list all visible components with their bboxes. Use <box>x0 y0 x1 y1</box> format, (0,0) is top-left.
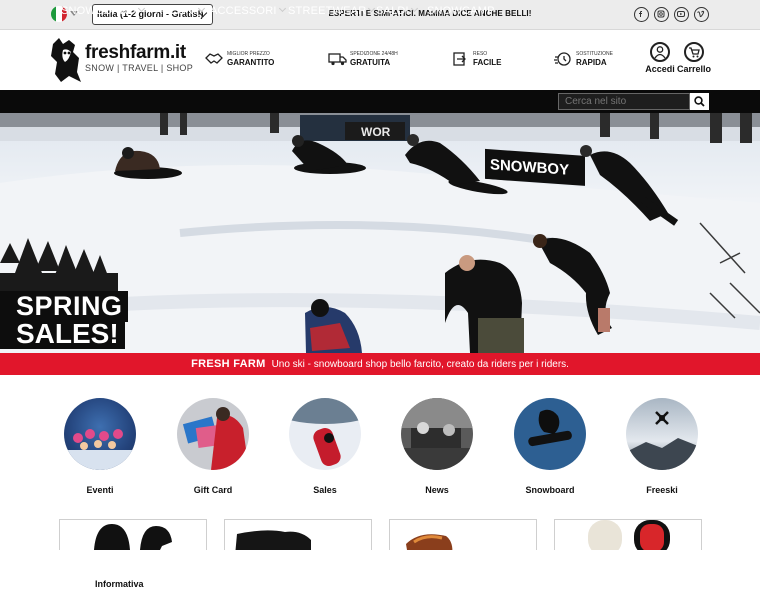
handshake-icon <box>205 53 223 64</box>
category-image-freeski <box>626 398 698 470</box>
perk-small-text: Spedizione 24/48h <box>350 51 398 57</box>
nav-item-freeski[interactable]: FREESKI <box>148 4 206 17</box>
search-button[interactable] <box>690 93 709 110</box>
nav-label: SNOWCAMP <box>427 5 495 17</box>
perk-small-text: Reso <box>473 51 488 57</box>
nav-label: STREETWEAR <box>288 5 367 17</box>
cart-icon <box>684 42 704 62</box>
cookie-info-bar <box>0 550 760 600</box>
category-image-gift-card <box>177 398 249 470</box>
hero-banner-wor: WOR <box>361 125 391 139</box>
nav-item-snowboard[interactable]: SNOWBOARD <box>61 4 146 17</box>
perk-big-text: RAPIDA <box>576 58 607 67</box>
logo-wordmark[interactable]: freshfarm.it <box>85 42 186 64</box>
category-label: Freeski <box>646 485 678 495</box>
truck-icon <box>328 53 347 66</box>
strip-text: Uno ski - snowboard shop bello farcito, … <box>271 359 569 370</box>
perk-best-price: Miglior prezzo GARANTITO <box>205 50 285 70</box>
cart-button[interactable]: Carrello <box>674 42 714 74</box>
return-box-icon <box>453 52 466 66</box>
search-input[interactable] <box>558 93 690 110</box>
nav-item-accessori[interactable]: ACCESSORI <box>210 4 286 17</box>
perk-small-text: Sostituzione <box>576 51 613 57</box>
nav-label: ACCESSORI <box>210 5 277 17</box>
chevron-down-icon <box>410 4 418 13</box>
privacy-info-link[interactable]: Informativa <box>95 579 144 589</box>
chevron-down-icon <box>138 4 146 13</box>
logo-subtitle: SNOW | TRAVEL | SHOP <box>85 63 194 73</box>
category-label: News <box>425 485 449 495</box>
category-image-snowboard <box>514 398 586 470</box>
nav-item-saldi[interactable]: SALDI <box>376 4 418 17</box>
perk-big-text: GARANTITO <box>227 58 275 67</box>
nav-item-streetwear[interactable]: STREETWEAR <box>288 4 376 17</box>
strip-brand: FRESH FARM <box>191 358 266 370</box>
youtube-icon[interactable] <box>674 7 689 22</box>
nav-label: SALDI <box>376 5 409 17</box>
nav-item-snowcamp[interactable]: SNOWCAMP <box>427 5 495 17</box>
search-icon <box>694 96 705 107</box>
category-snowboard[interactable]: Snowboard <box>514 398 586 495</box>
category-news[interactable]: News <box>401 398 473 495</box>
vimeo-icon[interactable] <box>694 7 709 22</box>
category-label: Sales <box>313 485 337 495</box>
chevron-down-icon <box>278 4 286 13</box>
instagram-icon[interactable] <box>654 7 669 22</box>
chevron-down-icon <box>368 4 376 13</box>
chevron-down-icon <box>198 4 206 13</box>
category-image-eventi <box>64 398 136 470</box>
freshfarm-logo-icon[interactable] <box>49 36 83 84</box>
speed-clock-icon <box>554 52 571 66</box>
category-image-sales <box>289 398 361 470</box>
hero-headline-sales: SALES! <box>0 318 125 349</box>
nav-label: FREESKI <box>148 5 197 17</box>
category-image-news <box>401 398 473 470</box>
category-sales[interactable]: Sales <box>289 398 361 495</box>
category-freeski[interactable]: Freeski <box>626 398 698 495</box>
category-label: Snowboard <box>525 485 575 495</box>
perk-big-text: FACILE <box>473 58 502 67</box>
category-label: Gift Card <box>193 485 233 495</box>
category-eventi[interactable]: Eventi <box>64 398 136 495</box>
perk-replacement: Sostituzione RAPIDA <box>554 50 624 70</box>
facebook-icon[interactable] <box>634 7 649 22</box>
category-gift-card[interactable]: Gift Card <box>177 398 249 495</box>
perk-shipping: Spedizione 24/48h GRATUITA <box>328 50 408 70</box>
perk-big-text: GRATUITA <box>350 58 391 67</box>
user-icon <box>650 42 670 62</box>
perk-small-text: Miglior prezzo <box>227 51 270 57</box>
nav-label: SNOWBOARD <box>61 5 137 17</box>
category-label: Eventi <box>86 485 114 495</box>
cart-label: Carrello <box>676 64 711 74</box>
perk-easy-return: Reso FACILE <box>452 50 512 70</box>
brand-strip: FRESH FARM Uno ski - snowboard shop bello… <box>0 353 760 375</box>
